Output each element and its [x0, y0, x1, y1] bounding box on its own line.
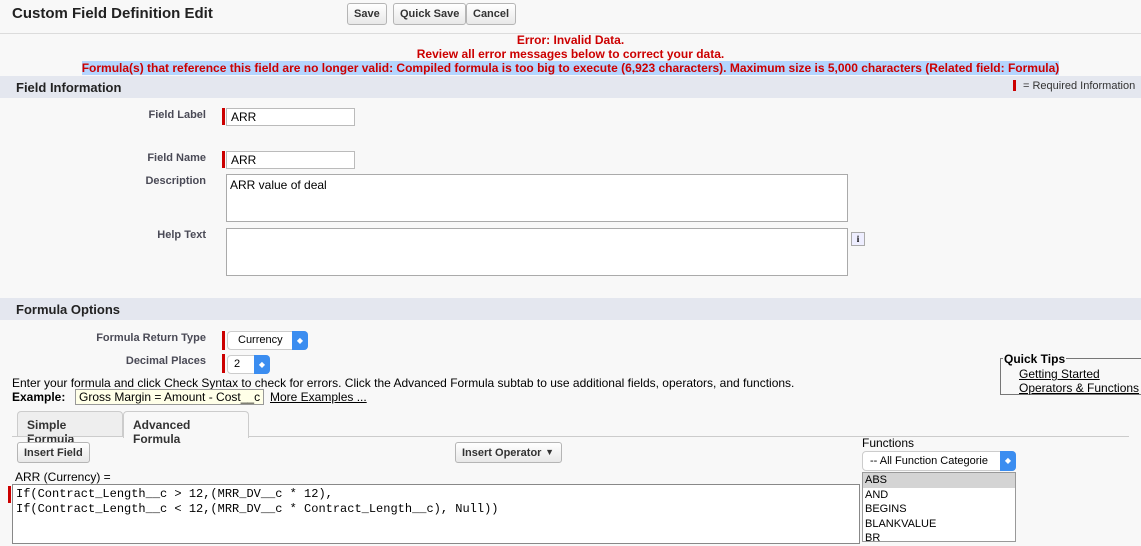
function-item[interactable]: BEGINS — [863, 502, 1015, 517]
section-title: Field Information — [16, 80, 122, 95]
chevron-updown-icon: ◆ — [292, 331, 308, 350]
section-title: Formula Options — [16, 302, 120, 317]
help-text-textarea[interactable] — [226, 228, 848, 276]
function-item[interactable]: BLANKVALUE — [863, 517, 1015, 532]
return-type-select[interactable]: Currency ◆ — [227, 331, 308, 350]
selected-value: 2 — [234, 358, 241, 370]
insert-field-button[interactable]: Insert Field — [17, 442, 90, 463]
operators-functions-link[interactable]: Operators & Functions — [1019, 381, 1139, 395]
formula-instructions: Enter your formula and click Check Synta… — [12, 376, 795, 390]
function-item[interactable]: BR — [863, 531, 1015, 546]
error-title: Error: Invalid Data. — [516, 33, 625, 47]
tab-advanced-formula[interactable]: Advanced Formula — [123, 411, 249, 446]
tab-simple-formula[interactable]: Simple Formula — [17, 411, 123, 446]
field-label-input[interactable] — [226, 108, 355, 126]
cancel-button[interactable]: Cancel — [466, 3, 517, 25]
decimal-places-select[interactable]: 2 ◆ — [227, 355, 270, 374]
decimal-places-label: Decimal Places — [125, 355, 206, 367]
section-field-information: Field Information — [0, 76, 1141, 98]
function-category-select[interactable]: -- All Function Categorie ◆ — [862, 451, 1016, 471]
required-marker-icon — [222, 331, 225, 350]
function-item[interactable]: AND — [863, 488, 1015, 503]
required-marker-icon — [222, 354, 225, 373]
insert-operator-label: Insert Operator — [462, 446, 542, 459]
example-label: Example: — [12, 390, 66, 404]
error-review: Review all error messages below to corre… — [416, 47, 725, 61]
getting-started-link[interactable]: Getting Started — [1019, 367, 1100, 381]
example-formula: Gross Margin = Amount - Cost__c — [75, 389, 264, 405]
required-marker-icon — [222, 151, 225, 168]
return-type-label: Formula Return Type — [96, 332, 206, 344]
description-label: Description — [145, 175, 206, 187]
error-message: Formula(s) that reference this field are… — [81, 61, 1060, 75]
field-name-input[interactable] — [226, 151, 355, 169]
quick-tips-title: Quick Tips — [1003, 352, 1067, 366]
required-marker-icon — [8, 486, 11, 503]
required-marker-icon — [222, 108, 225, 125]
functions-label: Functions — [862, 436, 915, 450]
description-textarea[interactable]: ARR value of deal — [226, 174, 848, 222]
formula-label: ARR (Currency) = — [15, 470, 111, 484]
function-item[interactable]: ABS — [863, 473, 1015, 488]
chevron-updown-icon: ◆ — [1000, 451, 1016, 471]
quick-save-button[interactable]: Quick Save — [393, 3, 467, 25]
chevron-updown-icon: ◆ — [254, 355, 270, 374]
insert-operator-button[interactable]: Insert Operator ▼ — [455, 442, 562, 463]
info-icon[interactable]: i — [851, 232, 865, 246]
quick-tips-box: Quick Tips Getting Started Operators & F… — [1000, 352, 1141, 395]
field-label-label: Field Label — [148, 109, 206, 121]
page-title: Custom Field Definition Edit — [12, 5, 213, 22]
selected-value: Currency — [238, 334, 283, 346]
section-formula-options: Formula Options — [0, 298, 1141, 320]
required-legend: = Required Information — [1023, 80, 1136, 92]
formula-editor[interactable]: If(Contract_Length__c > 12,(MRR_DV__c * … — [12, 484, 860, 544]
save-button[interactable]: Save — [347, 3, 387, 25]
field-name-label: Field Name — [147, 152, 206, 164]
required-marker-icon — [1013, 80, 1016, 91]
functions-listbox[interactable]: ABS AND BEGINS BLANKVALUE BR — [862, 472, 1016, 544]
dropdown-arrow-icon: ▼ — [545, 446, 554, 457]
help-text-label: Help Text — [157, 229, 206, 241]
selected-value: -- All Function Categorie — [870, 455, 988, 467]
more-examples-link[interactable]: More Examples ... — [270, 390, 367, 404]
